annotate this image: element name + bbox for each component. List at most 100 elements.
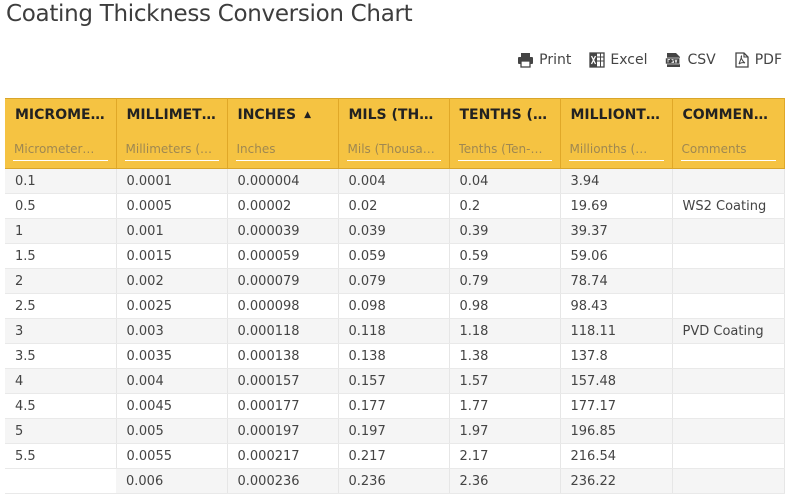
table-cell: 0.02: [338, 193, 450, 219]
table-cell: 59.06: [560, 243, 673, 269]
table-row[interactable]: 4.5 0.0045 0.000177 0.177 1.77 177.17: [5, 393, 785, 419]
table-cell: 236.22: [560, 468, 673, 494]
table-cell: 2.17: [449, 443, 561, 469]
table-cell: 78.74: [560, 268, 673, 294]
table-cell: 0.157: [338, 368, 450, 394]
table-cell: 0.079: [338, 268, 450, 294]
table-cell: 0.0055: [116, 443, 228, 469]
excel-label: Excel: [610, 52, 648, 68]
table-cell: 0.004: [338, 168, 450, 194]
csv-label: CSV: [687, 52, 716, 68]
table-cell: 0.004: [116, 368, 228, 394]
column-header-label: TENTHS (T…: [459, 106, 557, 123]
column-header-comments[interactable]: COMMENT…: [672, 98, 785, 130]
table-cell: 196.85: [560, 418, 673, 444]
table-cell: 0.0045: [116, 393, 228, 419]
column-header-tenths[interactable]: TENTHS (T…: [449, 98, 561, 130]
column-header-label: MILS (THO…: [348, 106, 446, 123]
table-cell: 0.0035: [116, 343, 228, 369]
filter-cell: [5, 130, 117, 169]
column-header-label: MILLIONT…: [570, 106, 660, 123]
table-cell: 0.79: [449, 268, 561, 294]
table-row[interactable]: 5 0.005 0.000197 0.197 1.97 196.85: [5, 418, 785, 444]
column-header-label: MICROME…: [15, 106, 105, 123]
table-row[interactable]: 0.1 0.0001 0.000004 0.004 0.04 3.94: [5, 168, 785, 194]
filter-cell: [449, 130, 561, 169]
filter-input-inches[interactable]: [235, 137, 330, 161]
column-header-label: COMMENT…: [682, 106, 778, 123]
table-cell: [672, 393, 785, 419]
table-cell: 5.5: [5, 443, 117, 469]
table-cell: PVD Coating: [672, 318, 785, 344]
table-row[interactable]: 3 0.003 0.000118 0.118 1.18 118.11 PVD Coating: [5, 318, 785, 344]
table-cell: 19.69: [560, 193, 673, 219]
table-cell: 0.0015: [116, 243, 228, 269]
table-row[interactable]: 5.5 0.0055 0.000217 0.217 2.17 216.54: [5, 443, 785, 469]
sort-ascending-icon: ▲: [304, 109, 311, 120]
column-header-micrometers[interactable]: MICROME…: [5, 98, 117, 130]
filter-input-mils[interactable]: [346, 137, 441, 161]
table-cell: 1.5: [5, 243, 117, 269]
table-cell: 98.43: [560, 293, 673, 319]
table-cell: 0.002: [116, 268, 228, 294]
pdf-button[interactable]: PDF: [734, 52, 782, 68]
column-header-inches[interactable]: INCHES ▲: [227, 98, 339, 130]
column-header-millimeters[interactable]: MILLIMETE…: [116, 98, 228, 130]
filter-input-millionths[interactable]: [568, 137, 664, 161]
column-header-label: INCHES: [237, 106, 297, 123]
table-cell: 0.5: [5, 193, 117, 219]
table-row[interactable]: 3.5 0.0035 0.000138 0.138 1.38 137.8: [5, 343, 785, 369]
header-row: MICROME… MILLIMETE… INCHES ▲ MILS (THO… T…: [5, 98, 785, 130]
filter-cell: [227, 130, 339, 169]
table-cell: [672, 293, 785, 319]
table-cell: [672, 243, 785, 269]
filter-input-micrometers[interactable]: [13, 137, 108, 161]
pdf-icon: [734, 52, 750, 68]
table-cell: 0.000004: [227, 168, 339, 194]
table-cell: 2.5: [5, 293, 117, 319]
table-cell: 0.003: [116, 318, 228, 344]
table-row[interactable]: 2.5 0.0025 0.000098 0.098 0.98 98.43: [5, 293, 785, 319]
table-cell: 157.48: [560, 368, 673, 394]
table-cell: 118.11: [560, 318, 673, 344]
table-cell: 0.236: [338, 468, 450, 494]
table-row[interactable]: 0.5 0.0005 0.00002 0.02 0.2 19.69 WS2 Coating: [5, 193, 785, 219]
table-row[interactable]: 1 0.001 0.000039 0.039 0.39 39.37: [5, 218, 785, 244]
table-row[interactable]: 1.5 0.0015 0.000059 0.059 0.59 59.06: [5, 243, 785, 269]
table-cell: 0.217: [338, 443, 450, 469]
table-cell: 0.000039: [227, 218, 339, 244]
csv-button[interactable]: CSV: [665, 52, 716, 68]
pdf-label: PDF: [754, 52, 782, 68]
table-row[interactable]: 0.006 0.000236 0.236 2.36 236.22: [5, 468, 785, 494]
table-cell: 0.000079: [227, 268, 339, 294]
filter-input-millimeters[interactable]: [124, 137, 219, 161]
table-body: 0.1 0.0001 0.000004 0.004 0.04 3.94 0.5 0.0005 0…: [5, 168, 785, 494]
filter-input-comments[interactable]: [680, 137, 776, 161]
table-cell: 3.5: [5, 343, 117, 369]
table-cell: 0.000236: [227, 468, 339, 494]
table-cell: 0.005: [116, 418, 228, 444]
table-cell: 0.98: [449, 293, 561, 319]
table-cell: [672, 368, 785, 394]
table-cell: 0.0001: [116, 168, 228, 194]
table-cell: 0.59: [449, 243, 561, 269]
table-cell: 2: [5, 268, 117, 294]
filter-input-tenths[interactable]: [457, 137, 552, 161]
table-cell: 0.000138: [227, 343, 339, 369]
table-cell: 4: [5, 368, 117, 394]
column-header-millionths[interactable]: MILLIONT…: [560, 98, 673, 130]
table-row[interactable]: 2 0.002 0.000079 0.079 0.79 78.74: [5, 268, 785, 294]
table-cell: [672, 268, 785, 294]
table-cell: [672, 418, 785, 444]
filter-cell: [116, 130, 228, 169]
excel-button[interactable]: Excel: [589, 52, 647, 68]
table-cell: 0.1: [5, 168, 117, 194]
conversion-table: MICROME… MILLIMETE… INCHES ▲ MILS (THO… T…: [5, 98, 785, 494]
table-cell: 1.57: [449, 368, 561, 394]
table-row[interactable]: 4 0.004 0.000157 0.157 1.57 157.48: [5, 368, 785, 394]
filter-row: [5, 130, 785, 169]
table-cell: 2.36: [449, 468, 561, 494]
column-header-mils[interactable]: MILS (THO…: [338, 98, 450, 130]
table-cell: [5, 468, 116, 494]
print-button[interactable]: Print: [517, 52, 571, 68]
